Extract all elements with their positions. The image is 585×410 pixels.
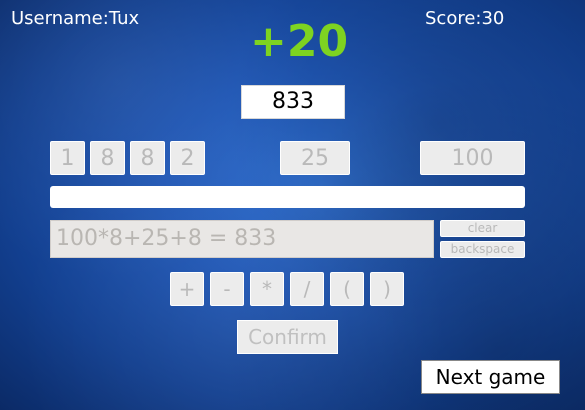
- number-tile[interactable]: 1: [50, 141, 85, 175]
- number-tile[interactable]: 25: [280, 141, 350, 175]
- next-game-button[interactable]: Next game: [421, 360, 560, 394]
- operator-plus-button[interactable]: +: [170, 272, 204, 306]
- answer-bar: [50, 186, 525, 208]
- username-label: Username:Tux: [11, 8, 140, 29]
- operator-divide-button[interactable]: /: [290, 272, 324, 306]
- close-paren-button[interactable]: ): [370, 272, 404, 306]
- number-tile[interactable]: 8: [130, 141, 165, 175]
- open-paren-button[interactable]: (: [330, 272, 364, 306]
- backspace-button[interactable]: backspace: [440, 241, 525, 258]
- points-delta: +20: [250, 16, 349, 67]
- score-label: Score:30: [425, 8, 505, 29]
- number-tile[interactable]: 8: [90, 141, 125, 175]
- target-number: 833: [241, 85, 345, 119]
- number-tile[interactable]: 100: [420, 141, 525, 175]
- operator-minus-button[interactable]: -: [210, 272, 244, 306]
- clear-button[interactable]: clear: [440, 220, 525, 237]
- number-tile[interactable]: 2: [170, 141, 205, 175]
- operator-multiply-button[interactable]: *: [250, 272, 284, 306]
- expression-field[interactable]: 100*8+25+8 = 833: [50, 220, 434, 258]
- confirm-button[interactable]: Confirm: [237, 320, 338, 354]
